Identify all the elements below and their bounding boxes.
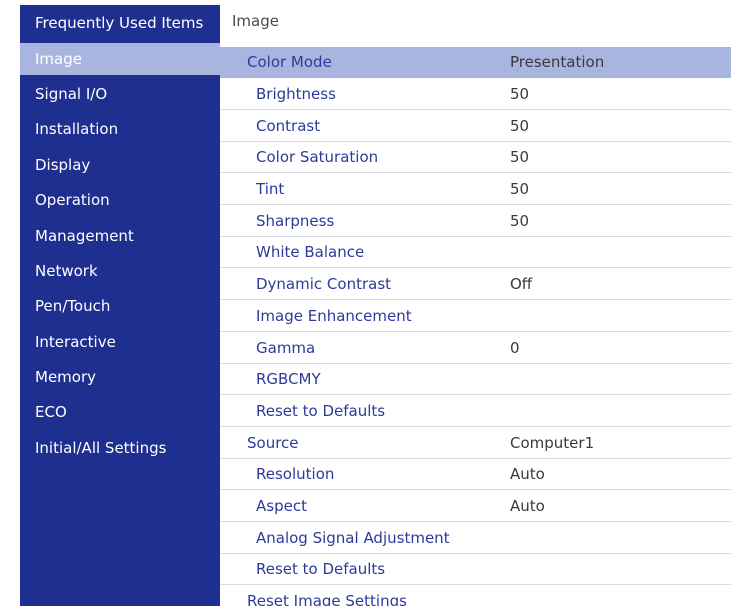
row-label: Dynamic Contrast [256, 275, 392, 293]
sidebar-item-pen-touch[interactable]: Pen/Touch [20, 290, 220, 322]
row-value: 50 [510, 85, 530, 103]
row-value: Presentation [510, 53, 605, 71]
row-label: Reset to Defaults [256, 402, 386, 420]
sidebar-item-network[interactable]: Network [20, 255, 220, 287]
sidebar-item-image[interactable]: Image [20, 43, 220, 75]
menu-row-gamma[interactable]: Gamma 0 [220, 333, 731, 364]
menu-row-tint[interactable]: Tint 50 [220, 174, 731, 205]
sidebar-item-operation[interactable]: Operation [20, 184, 220, 216]
menu-row-reset-to-defaults-source[interactable]: Reset to Defaults [220, 554, 731, 585]
settings-panel: Image Color Mode Presentation Brightness… [220, 5, 731, 606]
menu-row-brightness[interactable]: Brightness 50 [220, 79, 731, 110]
menu-row-analog-signal-adjustment[interactable]: Analog Signal Adjustment [220, 523, 731, 554]
row-label: Source [247, 434, 299, 452]
menu-row-sharpness[interactable]: Sharpness 50 [220, 206, 731, 237]
menu-row-dynamic-contrast[interactable]: Dynamic Contrast Off [220, 269, 731, 300]
menu-row-source[interactable]: Source Computer1 [220, 428, 731, 459]
row-value: 50 [510, 212, 530, 230]
menu-row-resolution[interactable]: Resolution Auto [220, 459, 731, 490]
row-value: 50 [510, 117, 530, 135]
row-value: 50 [510, 180, 530, 198]
row-label: Aspect [256, 497, 307, 515]
row-value: Computer1 [510, 434, 595, 452]
row-label: Reset to Defaults [256, 560, 386, 578]
row-value: 50 [510, 148, 530, 166]
sidebar-item-memory[interactable]: Memory [20, 361, 220, 393]
menu-row-color-mode[interactable]: Color Mode Presentation [220, 47, 731, 78]
row-label: Image Enhancement [256, 307, 412, 325]
row-label: Gamma [256, 339, 316, 357]
row-label: Sharpness [256, 212, 335, 230]
sidebar-item-initial-all-settings[interactable]: Initial/All Settings [20, 432, 220, 464]
sidebar-menu: Frequently Used Items Image Signal I/O I… [20, 5, 220, 606]
menu-row-color-saturation[interactable]: Color Saturation 50 [220, 142, 731, 173]
sidebar-item-signal-io[interactable]: Signal I/O [20, 78, 220, 110]
row-label: RGBCMY [256, 370, 321, 388]
row-label: Analog Signal Adjustment [256, 529, 450, 547]
sidebar-item-management[interactable]: Management [20, 220, 220, 252]
row-label: Reset Image Settings [247, 592, 407, 606]
row-value: 0 [510, 339, 520, 357]
row-label: Color Saturation [256, 148, 379, 166]
row-value: Auto [510, 465, 545, 483]
menu-row-reset-to-defaults[interactable]: Reset to Defaults [220, 396, 731, 427]
sidebar-item-eco[interactable]: ECO [20, 396, 220, 428]
menu-row-reset-image-settings[interactable]: Reset Image Settings [220, 586, 731, 606]
row-label: Color Mode [247, 53, 332, 71]
sidebar-item-display[interactable]: Display [20, 149, 220, 181]
row-label: Brightness [256, 85, 336, 103]
row-label: White Balance [256, 243, 365, 261]
sidebar-item-frequently-used-items[interactable]: Frequently Used Items [20, 7, 220, 39]
menu-row-rgbcmy[interactable]: RGBCMY [220, 364, 731, 395]
row-value: Auto [510, 497, 545, 515]
menu-row-white-balance[interactable]: White Balance [220, 237, 731, 268]
menu-row-aspect[interactable]: Aspect Auto [220, 491, 731, 522]
menu-row-contrast[interactable]: Contrast 50 [220, 111, 731, 142]
row-label: Contrast [256, 117, 321, 135]
menu-row-image-enhancement[interactable]: Image Enhancement [220, 301, 731, 332]
sidebar-item-installation[interactable]: Installation [20, 113, 220, 145]
row-label: Resolution [256, 465, 335, 483]
row-value: Off [510, 275, 533, 293]
panel-title: Image [232, 12, 279, 30]
sidebar-item-interactive[interactable]: Interactive [20, 326, 220, 358]
row-label: Tint [256, 180, 285, 198]
